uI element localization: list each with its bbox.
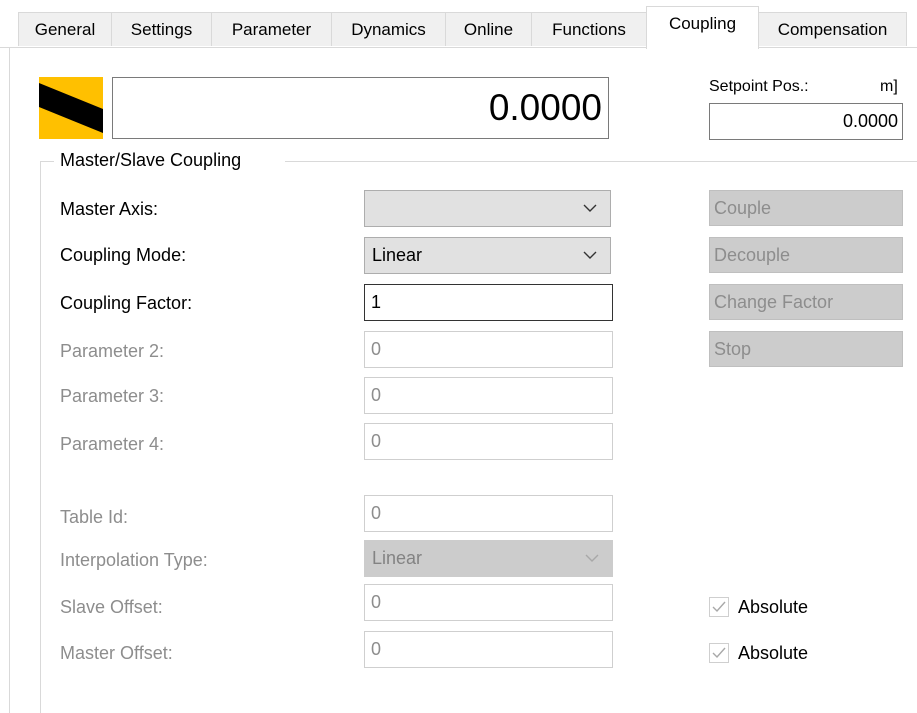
panel-border — [9, 48, 10, 713]
master-offset-label: Master Offset: — [60, 643, 173, 663]
group-border-left — [40, 161, 41, 713]
tab-online[interactable]: Online — [445, 12, 532, 46]
tab-coupling[interactable]: Coupling — [646, 6, 759, 49]
stop-button[interactable]: Stop — [709, 331, 903, 367]
parameter-2-input[interactable]: 0 — [364, 331, 613, 368]
slave-absolute-label: Absolute — [738, 597, 809, 617]
group-title: Master/Slave Coupling — [60, 150, 242, 170]
tab-dynamics[interactable]: Dynamics — [331, 12, 446, 46]
chevron-down-icon — [585, 554, 599, 562]
chevron-down-icon — [583, 251, 597, 259]
group-border-top-right — [285, 161, 917, 162]
master-absolute-label: Absolute — [738, 643, 809, 663]
coupling-mode-label: Coupling Mode: — [60, 245, 187, 265]
change-factor-button[interactable]: Change Factor — [709, 284, 903, 320]
parameter-2-label: Parameter 2: — [60, 341, 165, 361]
tab-functions[interactable]: Functions — [531, 12, 647, 46]
axis-status-stripe-icon — [39, 77, 103, 139]
tab-general[interactable]: General — [18, 12, 112, 46]
tab-divider — [0, 47, 917, 48]
decouple-button[interactable]: Decouple — [709, 237, 903, 273]
interpolation-type-select[interactable]: Linear — [364, 540, 613, 577]
master-offset-input[interactable]: 0 — [364, 631, 613, 668]
couple-button[interactable]: Couple — [709, 190, 903, 226]
check-icon — [712, 601, 726, 613]
setpoint-value: 0.0000 — [709, 103, 903, 140]
slave-absolute-checkbox[interactable] — [709, 597, 729, 617]
setpoint-label: Setpoint Pos.: — [709, 78, 809, 95]
coupling-mode-select[interactable]: Linear — [364, 237, 611, 274]
tab-bar: General Settings Parameter Dynamics Onli… — [0, 0, 917, 50]
tab-compensation[interactable]: Compensation — [758, 12, 907, 46]
master-absolute-checkbox[interactable] — [709, 643, 729, 663]
slave-offset-label: Slave Offset: — [60, 597, 163, 617]
interpolation-type-value: Linear — [372, 548, 423, 568]
table-id-input[interactable]: 0 — [364, 495, 613, 532]
slave-offset-input[interactable]: 0 — [364, 584, 613, 621]
master-axis-select[interactable] — [364, 190, 611, 227]
setpoint-unit: m] — [880, 78, 898, 95]
parameter-4-label: Parameter 4: — [60, 434, 165, 454]
parameter-3-label: Parameter 3: — [60, 386, 165, 406]
chevron-down-icon — [583, 204, 597, 212]
coupling-mode-value: Linear — [372, 245, 423, 265]
parameter-3-input[interactable]: 0 — [364, 377, 613, 414]
check-icon — [712, 647, 726, 659]
group-border-top-left — [40, 161, 54, 162]
interpolation-type-label: Interpolation Type: — [60, 550, 208, 570]
actual-position-display: 0.0000 — [112, 77, 609, 139]
coupling-factor-input[interactable]: 1 — [364, 284, 613, 321]
tab-parameter[interactable]: Parameter — [211, 12, 332, 46]
tab-settings[interactable]: Settings — [111, 12, 212, 46]
coupling-factor-label: Coupling Factor: — [60, 293, 193, 313]
master-axis-label: Master Axis: — [60, 199, 159, 219]
parameter-4-input[interactable]: 0 — [364, 423, 613, 460]
table-id-label: Table Id: — [60, 507, 129, 527]
